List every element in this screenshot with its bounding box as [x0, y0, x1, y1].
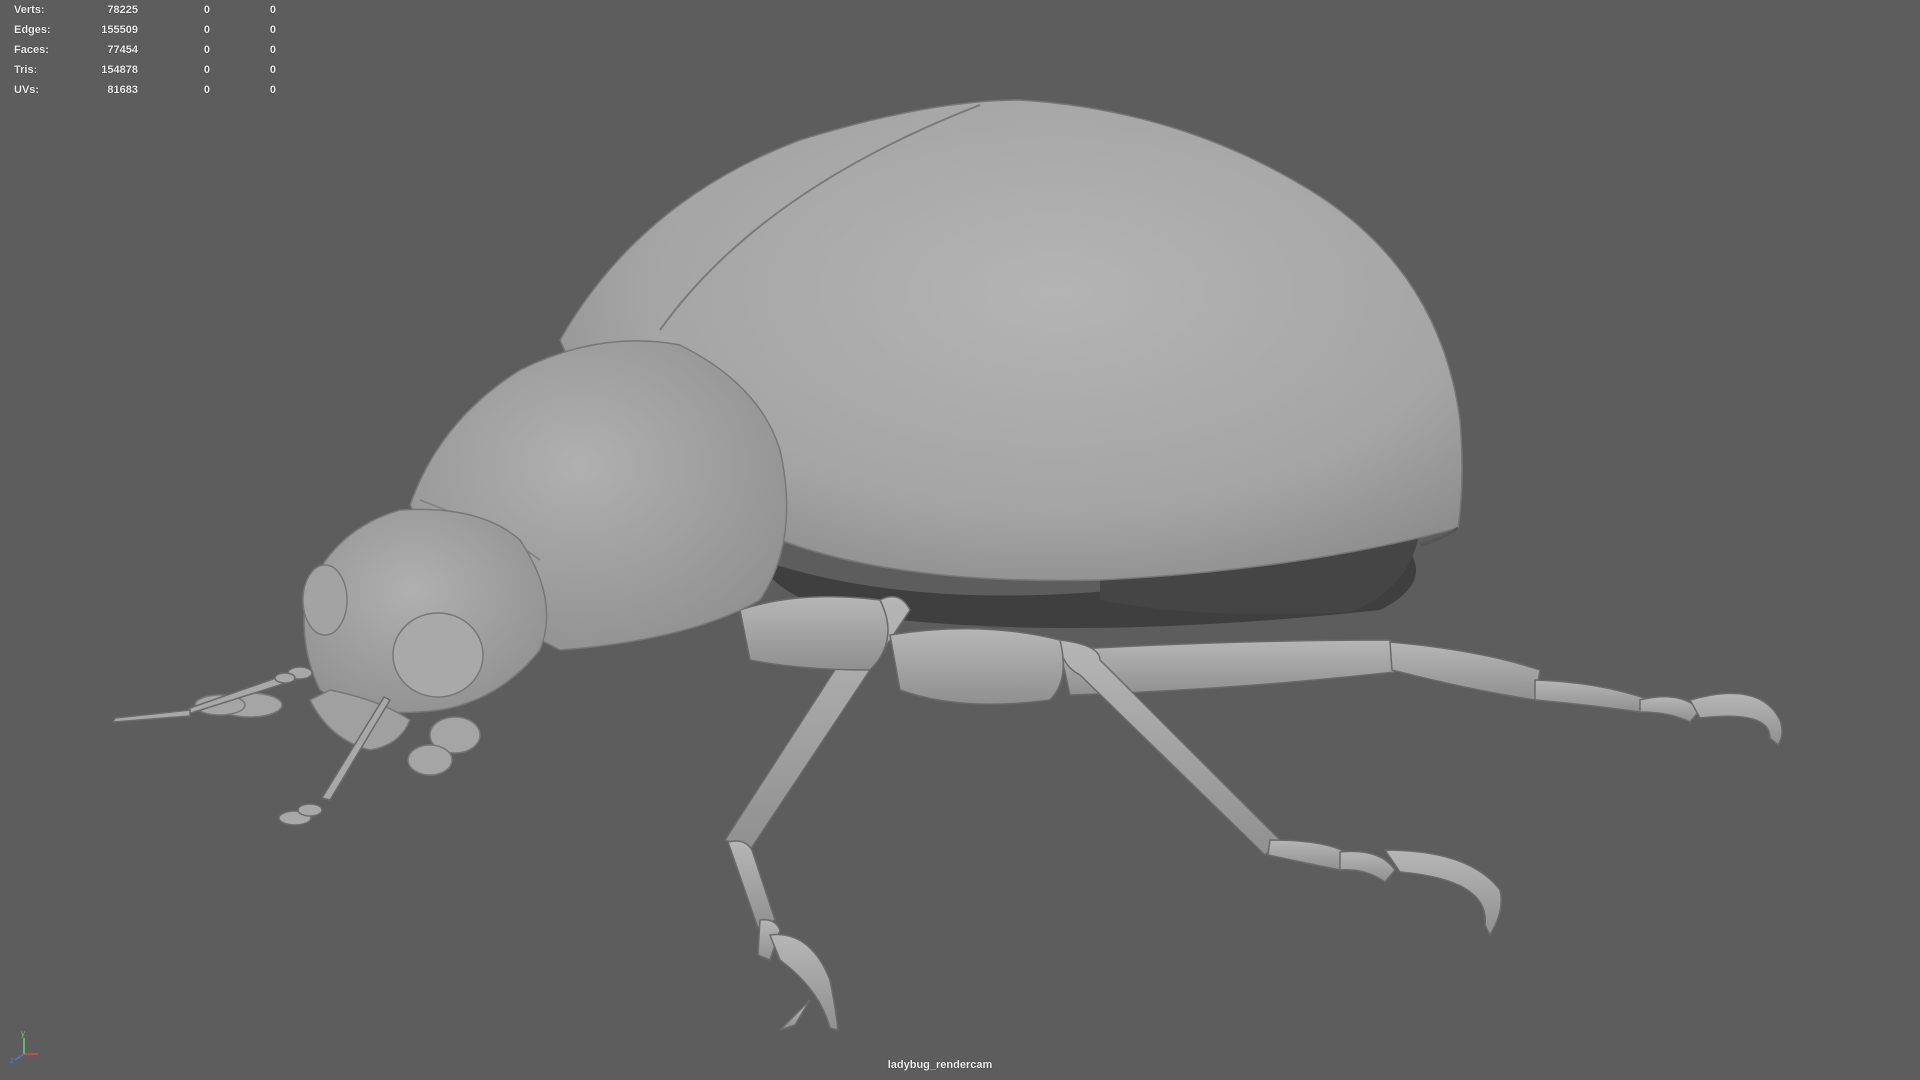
stat-component: 0 [269, 24, 276, 36]
head [302, 508, 548, 751]
svg-text:y: y [21, 1029, 25, 1038]
stat-label: Faces: [14, 44, 49, 56]
stat-total: 155509 [101, 24, 138, 36]
stat-label: UVs: [14, 84, 40, 96]
stat-total: 78225 [107, 4, 138, 16]
poly-count-hud: Verts: 78225 0 0 Edges: 155509 0 0 Faces… [14, 0, 276, 100]
stat-label: Edges: [14, 24, 51, 36]
stat-component: 0 [269, 84, 276, 96]
stat-label: Verts: [14, 4, 45, 16]
stat-row-faces: Faces: 77454 0 0 [14, 40, 276, 60]
stat-selected: 0 [203, 24, 210, 36]
stat-total: 154878 [101, 64, 138, 76]
stat-label: Tris: [14, 64, 38, 76]
ladybug-model[interactable] [0, 0, 1920, 1080]
stat-row-tris: Tris: 154878 0 0 [14, 60, 276, 80]
stat-selected: 0 [203, 44, 210, 56]
3d-viewport[interactable]: Verts: 78225 0 0 Edges: 155509 0 0 Faces… [0, 0, 1920, 1080]
camera-name-label: ladybug_rendercam [887, 1059, 993, 1071]
stat-component: 0 [269, 44, 276, 56]
stat-component: 0 [269, 4, 276, 16]
stat-component: 0 [269, 64, 276, 76]
stat-selected: 0 [203, 84, 210, 96]
stat-selected: 0 [203, 4, 210, 16]
stat-total: 81683 [107, 84, 138, 96]
stat-row-edges: Edges: 155509 0 0 [14, 20, 276, 40]
stat-total: 77454 [107, 44, 138, 56]
stat-row-verts: Verts: 78225 0 0 [14, 0, 276, 20]
stat-row-uvs: UVs: 81683 0 0 [14, 80, 276, 100]
stat-selected: 0 [203, 64, 210, 76]
